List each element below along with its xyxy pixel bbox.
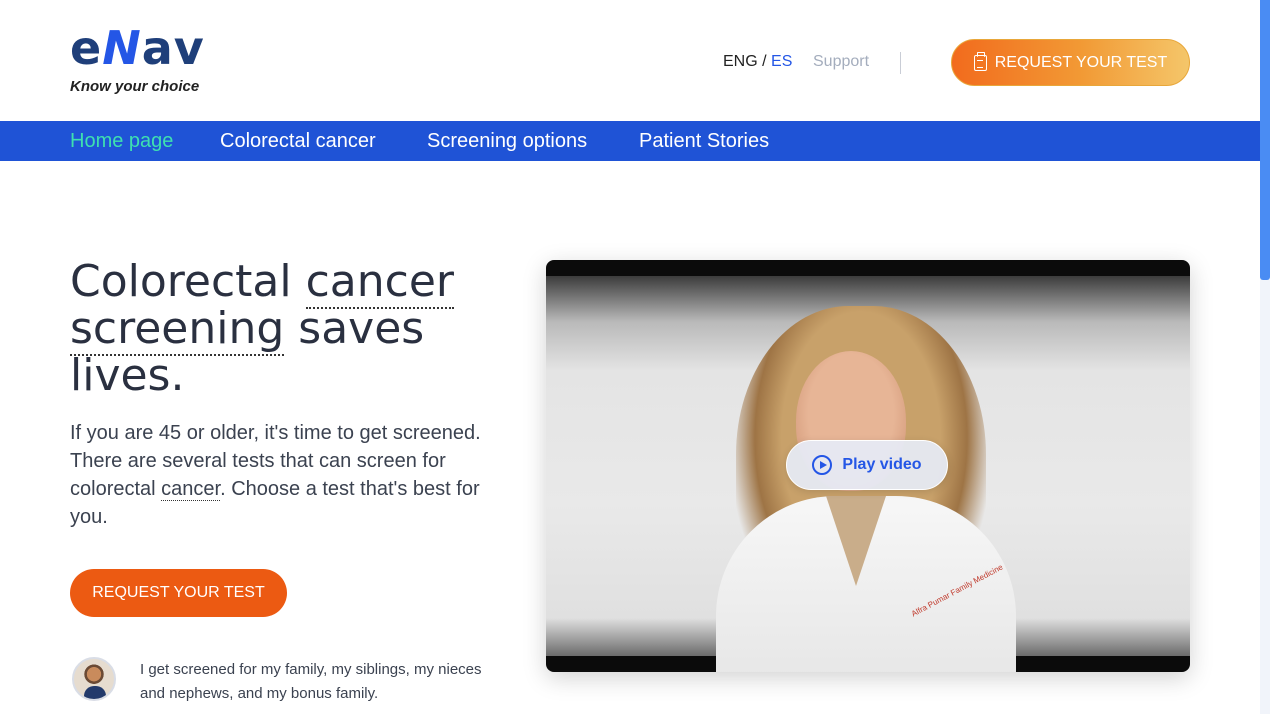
nav-item-colorectal-cancer[interactable]: Colorectal cancer (220, 130, 376, 153)
header-divider (900, 52, 901, 74)
play-video-button[interactable]: Play video (786, 440, 948, 490)
nav-item-patient-stories[interactable]: Patient Stories (639, 130, 769, 153)
hero-description: If you are 45 or older, it's time to get… (70, 419, 490, 531)
lang-es-link[interactable]: ES (771, 53, 792, 70)
request-test-label: REQUEST YOUR TEST (994, 53, 1168, 71)
hero-title-term-cancer[interactable]: cancer (305, 256, 455, 309)
page-scrollbar[interactable] (1260, 0, 1270, 714)
play-video-label: Play video (842, 456, 922, 473)
quote-text: I get screened for my family, my sibling… (140, 661, 482, 702)
logo-tagline: Know your choice (70, 78, 200, 95)
nav-item-screening-options[interactable]: Screening options (427, 130, 587, 153)
play-circle-icon (812, 455, 833, 475)
request-test-button-header[interactable]: REQUEST YOUR TEST (951, 39, 1190, 86)
lang-eng-link[interactable]: ENG (723, 53, 758, 70)
request-test-button-hero[interactable]: REQUEST YOUR TEST (70, 569, 287, 617)
site-header: e Nav Know your choice ENG / ES Support R… (0, 0, 1260, 121)
support-link[interactable]: Support (813, 53, 869, 71)
avatar (72, 657, 116, 701)
hero-body-term-cancer[interactable]: cancer (161, 478, 221, 501)
nav-item-home[interactable]: Home page (70, 130, 173, 153)
hero-title-term-screening[interactable]: screening (70, 303, 285, 356)
logo-wordmark: e Nav (70, 22, 205, 74)
video-player[interactable]: Alfra Pumar Family Medicine Play video (546, 260, 1190, 672)
logo-letter-n: N (102, 21, 142, 75)
enav-logo[interactable]: e Nav Know your choice (70, 22, 205, 95)
hero-title: Colorectal cancer screening saves lives. (70, 256, 490, 399)
main-nav: Home page Colorectal cancer Screening op… (0, 121, 1260, 161)
logo-letter-e: e (70, 21, 103, 75)
lang-separator: / (757, 53, 772, 70)
logo-letters-av: av (141, 21, 205, 75)
language-switcher: ENG / ES (723, 53, 792, 71)
scrollbar-thumb[interactable] (1260, 0, 1270, 280)
hero-title-text-1: Colorectal (70, 256, 306, 307)
clipboard-icon (973, 51, 987, 71)
